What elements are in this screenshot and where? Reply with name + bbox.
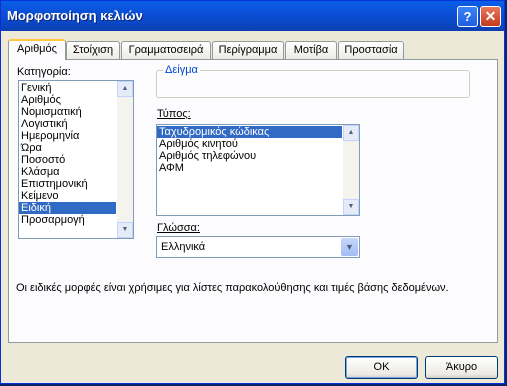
- tab-alignment[interactable]: Στοίχιση: [66, 41, 120, 59]
- scroll-down-icon[interactable]: ▼: [117, 222, 133, 238]
- scroll-up-icon[interactable]: ▲: [343, 125, 359, 141]
- list-item[interactable]: Ημερομηνία: [19, 130, 133, 142]
- list-item[interactable]: Επιστημονική: [19, 178, 133, 190]
- scroll-down-icon[interactable]: ▼: [343, 199, 359, 215]
- list-item[interactable]: Ώρα: [19, 142, 133, 154]
- category-list[interactable]: Γενική Αριθμός Νομισματική Λογιστική Ημε…: [18, 80, 134, 239]
- list-item[interactable]: Νομισματική: [19, 106, 133, 118]
- title-bar[interactable]: Μορφοποίηση κελιών ? ✕: [1, 1, 504, 31]
- tab-number[interactable]: Αριθμός: [8, 39, 66, 60]
- chevron-down-icon[interactable]: ▼: [341, 238, 358, 256]
- list-item-selected[interactable]: Ειδική: [19, 202, 116, 214]
- format-cells-dialog: Μορφοποίηση κελιών ? ✕ Αριθμός Στοίχιση …: [0, 0, 505, 384]
- ok-button[interactable]: OK: [345, 356, 418, 379]
- list-item[interactable]: Ποσοστό: [19, 154, 133, 166]
- type-scrollbar[interactable]: ▲ ▼: [343, 125, 359, 215]
- category-scrollbar[interactable]: ▲ ▼: [117, 81, 133, 238]
- language-value: Ελληνικά: [161, 241, 206, 253]
- language-select[interactable]: Ελληνικά ▼: [156, 236, 360, 258]
- list-item[interactable]: Κείμενο: [19, 190, 133, 202]
- tab-font[interactable]: Γραμματοσειρά: [121, 41, 211, 59]
- window-title: Μορφοποίηση κελιών: [7, 8, 143, 23]
- category-description: Οι ειδικές μορφές είναι χρήσιμες για λίσ…: [16, 282, 449, 294]
- list-item[interactable]: Αριθμός τηλεφώνου: [157, 150, 359, 162]
- type-list[interactable]: Ταχυδρομικός κώδικας Αριθμός κινητού Αρι…: [156, 124, 360, 216]
- list-item[interactable]: Κλάσμα: [19, 166, 133, 178]
- help-button[interactable]: ?: [457, 6, 478, 27]
- type-label: Τύπος:: [157, 108, 191, 120]
- list-item[interactable]: Γενική: [19, 82, 133, 94]
- list-item[interactable]: Προσαρμογή: [19, 214, 133, 226]
- list-item[interactable]: Αριθμός: [19, 94, 133, 106]
- list-item[interactable]: Αριθμός κινητού: [157, 138, 359, 150]
- tab-protection[interactable]: Προστασία: [338, 41, 404, 59]
- number-tab-panel: Κατηγορία: Γενική Αριθμός Νομισματική Λο…: [8, 59, 498, 343]
- sample-groupbox: Δείγμα: [156, 64, 470, 98]
- sample-legend: Δείγμα: [163, 64, 200, 76]
- list-item-selected[interactable]: Ταχυδρομικός κώδικας: [157, 126, 342, 138]
- language-label: Γλώσσα:: [157, 222, 200, 234]
- scroll-up-icon[interactable]: ▲: [117, 81, 133, 97]
- list-item[interactable]: Λογιστική: [19, 118, 133, 130]
- tab-patterns[interactable]: Μοτίβα: [285, 41, 337, 59]
- cancel-button[interactable]: Άκυρο: [425, 356, 498, 379]
- close-button[interactable]: ✕: [480, 6, 501, 27]
- tab-border[interactable]: Περίγραμμα: [212, 41, 284, 59]
- list-item[interactable]: ΑΦΜ: [157, 162, 359, 174]
- category-label: Κατηγορία:: [17, 66, 71, 78]
